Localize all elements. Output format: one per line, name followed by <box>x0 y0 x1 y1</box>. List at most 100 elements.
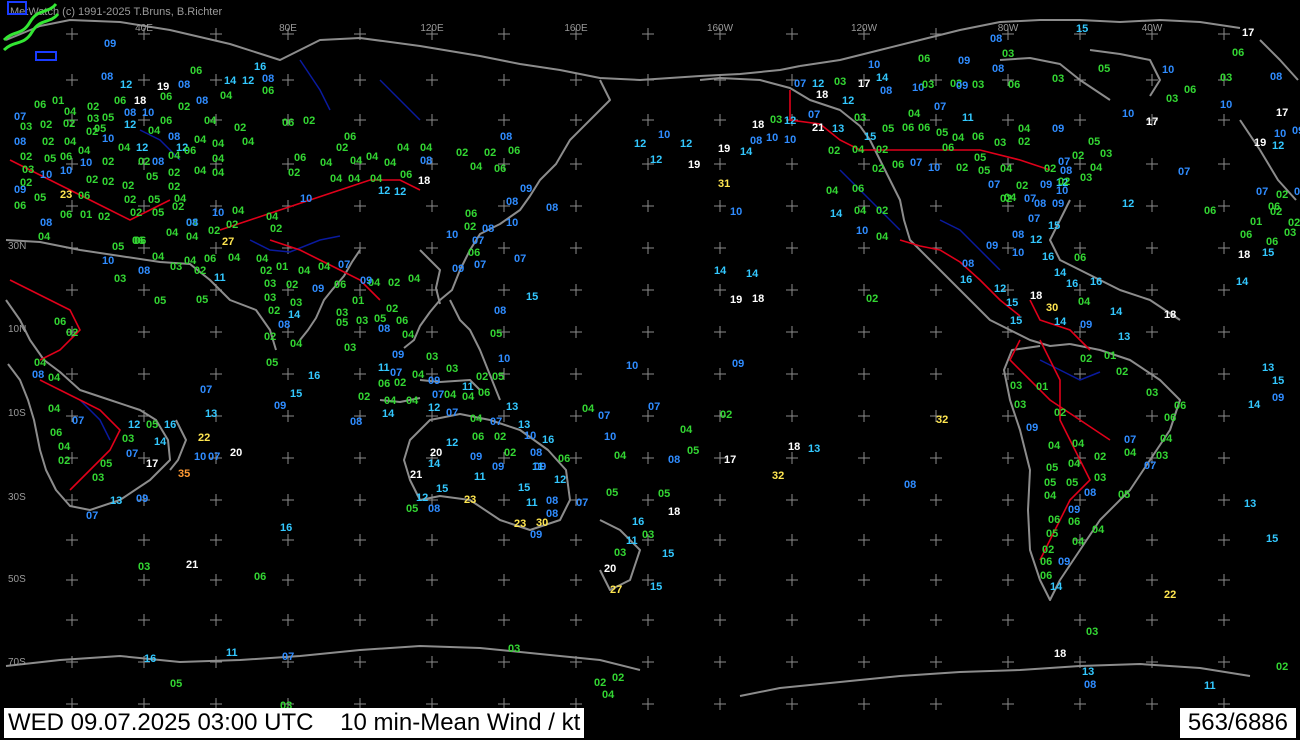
station-wind-value: 04 <box>470 413 483 425</box>
grid-cross <box>786 368 798 380</box>
grid-cross <box>498 242 510 254</box>
grid-cross <box>570 368 582 380</box>
weather-map[interactable]: 40E 80E 120E 160E 160W 120W 80W 40W 30N 10N 10S 30S… <box>0 0 1300 740</box>
station-wind-value: 04 <box>1124 447 1137 459</box>
station-wind-value: 06 <box>60 151 72 163</box>
grid-cross <box>1002 114 1014 126</box>
grid-cross <box>426 114 438 126</box>
station-wind-value: 09 <box>492 461 504 473</box>
station-wind-value: 12 <box>428 402 440 414</box>
longitude-label: 80E <box>279 23 297 34</box>
station-wind-value: 07 <box>988 179 1000 191</box>
grid-cross <box>786 284 798 296</box>
station-wind-value: 04 <box>78 145 91 157</box>
station-wind-value: 04 <box>602 689 615 701</box>
station-wind-value: 08 <box>178 79 190 91</box>
grid-cross <box>1074 614 1086 626</box>
station-wind-value: 30 <box>1046 302 1058 314</box>
station-wind-value: 04 <box>680 424 693 436</box>
station-wind-value: 02 <box>226 219 238 231</box>
station-wind-value: 05 <box>606 487 618 499</box>
station-wind-value: 06 <box>334 279 346 291</box>
station-wind-value: 12 <box>1272 140 1284 152</box>
station-wind-value: 09 <box>428 375 440 387</box>
grid-cross <box>354 614 366 626</box>
grid-cross <box>1146 494 1158 506</box>
station-wind-value: 15 <box>1006 297 1018 309</box>
grid-cross <box>498 28 510 40</box>
latitude-label: 10S <box>8 408 26 419</box>
station-wind-value: 02 <box>1276 661 1288 673</box>
station-wind-value: 02 <box>1016 180 1028 192</box>
grid-cross <box>930 114 942 126</box>
station-wind-value: 02 <box>286 279 298 291</box>
station-wind-value: 15 <box>1076 23 1088 35</box>
station-wind-value: 30 <box>536 517 548 529</box>
grid-cross <box>570 452 582 464</box>
grid-cross <box>714 242 726 254</box>
station-wind-value: 10 <box>626 360 638 372</box>
station-wind-value: 08 <box>32 369 44 381</box>
station-wind-value: 02 <box>1288 217 1300 229</box>
station-wind-value: 19 <box>718 143 730 155</box>
station-wind-value: 21 <box>186 559 198 571</box>
station-wind-value: 04 <box>412 369 425 381</box>
station-wind-value: 20 <box>604 563 616 575</box>
grid-cross <box>1002 534 1014 546</box>
station-wind-value: 02 <box>288 167 300 179</box>
station-wind-value: 04 <box>1072 536 1085 548</box>
station-wind-value: 02 <box>102 156 114 168</box>
station-wind-value: 14 <box>1248 399 1261 411</box>
station-wind-value: 06 <box>378 378 390 390</box>
station-wind-value: 17 <box>1146 116 1158 128</box>
station-wind-value: 06 <box>478 387 490 399</box>
station-wind-value: 06 <box>1174 400 1186 412</box>
station-wind-value: 21 <box>812 122 824 134</box>
station-wind-value: 02 <box>42 136 54 148</box>
grid-cross <box>714 494 726 506</box>
metwatch-logo-icon <box>2 1 60 61</box>
grid-cross <box>1218 200 1230 212</box>
station-wind-value: 08 <box>350 416 362 428</box>
map-canvas[interactable]: 40E 80E 120E 160E 160W 120W 80W 40W30N10N10S30S… <box>0 0 1300 740</box>
longitude-label: 160E <box>564 23 588 34</box>
station-wind-value: 06 <box>902 122 914 134</box>
station-wind-value: 04 <box>582 403 595 415</box>
station-wind-value: 18 <box>816 89 828 101</box>
grid-cross <box>570 284 582 296</box>
station-wind-value: 04 <box>470 161 483 173</box>
grid-cross <box>858 614 870 626</box>
grid-cross <box>930 614 942 626</box>
grid-cross <box>930 494 942 506</box>
station-wind-value: 05 <box>1044 477 1056 489</box>
station-wind-value: 08 <box>500 131 512 143</box>
station-wind-value: 02 <box>1042 544 1054 556</box>
station-wind-value: 06 <box>508 145 520 157</box>
station-wind-value: 07 <box>72 415 84 427</box>
station-wind-value: 04 <box>242 136 255 148</box>
grid-cross <box>426 656 438 668</box>
station-wind-value: 04 <box>232 205 245 217</box>
station-wind-value: 05 <box>1088 136 1100 148</box>
station-wind-value: 16 <box>280 522 292 534</box>
station-wind-value: 19 <box>730 294 742 306</box>
station-wind-value: 02 <box>1116 366 1128 378</box>
station-wind-value: 18 <box>668 506 680 518</box>
station-wind-value: 04 <box>48 372 61 384</box>
grid-cross <box>1146 698 1158 710</box>
grid-cross <box>858 534 870 546</box>
station-wind-value: 09 <box>986 240 998 252</box>
grid-cross <box>66 28 78 40</box>
station-wind-value: 06 <box>1268 201 1280 213</box>
station-wind-value: 14 <box>714 265 727 277</box>
station-wind-value: 10 <box>300 193 312 205</box>
station-wind-value: 09 <box>520 183 532 195</box>
grid-cross <box>714 114 726 126</box>
station-wind-value: 07 <box>86 510 98 522</box>
station-wind-value: 13 <box>832 123 844 135</box>
station-wind-value: 02 <box>194 265 206 277</box>
station-wind-value: 05 <box>146 171 158 183</box>
grid-cross <box>642 114 654 126</box>
station-wind-value: 14 <box>382 408 395 420</box>
station-wind-value: 04 <box>152 251 165 263</box>
